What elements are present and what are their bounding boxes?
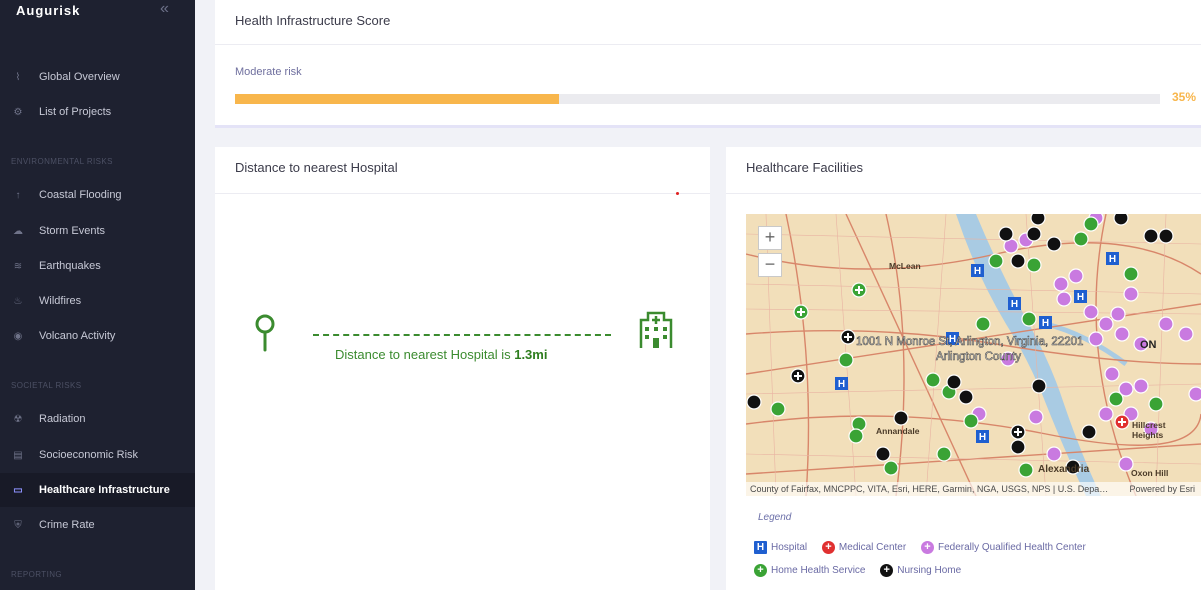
section-reporting: REPORTING: [11, 570, 63, 579]
svg-text:ON: ON: [1140, 339, 1157, 351]
home-health-icon: +: [754, 564, 767, 577]
svg-text:1001 N Monroe St, Arlington, V: 1001 N Monroe St, Arlington, Virginia, 2…: [856, 336, 1083, 348]
health-infrastructure-score-card: Health Infrastructure Score Moderate ris…: [215, 0, 1201, 128]
svg-text:H: H: [1077, 292, 1084, 303]
hospital-icon: H: [754, 541, 767, 554]
svg-text:Hillcrest: Hillcrest: [1132, 420, 1166, 430]
trend-icon: ⌇: [15, 71, 21, 83]
svg-text:Heights: Heights: [1132, 430, 1163, 440]
sidebar: Augurisk « ⌇ Global Overview ⚙ List of P…: [0, 0, 195, 590]
map-canvas[interactable]: HHH HHH HH McLean Annandale Alexandria H…: [746, 214, 1201, 496]
sidebar-item-radiation[interactable]: ☢ Radiation: [0, 402, 195, 436]
map-attribution: County of Fairfax, MNCPPC, VITA, Esri, H…: [746, 482, 1201, 496]
divider: [726, 193, 1201, 194]
score-progress-track: [235, 94, 1160, 104]
nursing-home-icon: +: [880, 564, 894, 577]
shield-icon: ⛨: [14, 519, 22, 531]
sidebar-item-label: Wildfires: [39, 295, 82, 307]
sidebar-item-label: Coastal Flooding: [39, 189, 122, 201]
zoom-in-button[interactable]: +: [758, 226, 782, 250]
sidebar-item-storm-events[interactable]: ☁ Storm Events: [0, 214, 195, 248]
map-legend: H Hospital + Medical Center + Federally …: [754, 536, 1194, 582]
section-environmental-risks: ENVIRONMENTAL RISKS: [11, 157, 113, 166]
earthquake-icon: ≋: [13, 260, 23, 272]
sidebar-item-label: Earthquakes: [39, 260, 101, 272]
hospital-building-icon: [639, 311, 673, 348]
sidebar-item-label: Crime Rate: [39, 519, 95, 531]
svg-text:Annandale: Annandale: [876, 426, 920, 436]
svg-text:Arlington County: Arlington County: [936, 351, 1021, 363]
legend-label: Federally Qualified Health Center: [937, 542, 1086, 553]
sidebar-item-socioeconomic-risk[interactable]: ▤ Socioeconomic Risk: [0, 438, 195, 472]
sidebar-item-list-of-projects[interactable]: ⚙ List of Projects: [0, 95, 195, 129]
medical-center-icon: +: [821, 541, 835, 554]
svg-text:H: H: [838, 379, 845, 390]
svg-text:H: H: [1109, 254, 1116, 265]
distance-to-hospital-card: Distance to nearest Hospital Distance to…: [215, 147, 710, 590]
legend-label: Nursing Home: [897, 565, 962, 576]
legend-item-hospital: H Hospital: [754, 536, 807, 559]
distance-dashed-line: [313, 334, 611, 336]
bank-icon: ▤: [13, 449, 23, 461]
arrow-up-icon: ↑: [15, 189, 21, 201]
sidebar-item-crime-rate[interactable]: ⛨ Crime Rate: [0, 508, 195, 542]
sidebar-item-coastal-flooding[interactable]: ↑ Coastal Flooding: [0, 178, 195, 212]
collapse-sidebar-icon[interactable]: «: [160, 0, 169, 18]
radiation-icon: ☢: [13, 413, 23, 425]
card-title: Healthcare Facilities: [746, 160, 864, 175]
svg-text:McLean: McLean: [889, 261, 921, 271]
sidebar-item-healthcare-infrastructure[interactable]: ▭ Healthcare Infrastructure: [0, 473, 195, 507]
sidebar-item-label: Volcano Activity: [39, 330, 116, 342]
sidebar-item-global-overview[interactable]: ⌇ Global Overview: [0, 60, 195, 94]
gear-icon: ⚙: [13, 106, 23, 118]
card-title: Health Infrastructure Score: [235, 13, 391, 28]
card-title: Distance to nearest Hospital: [235, 160, 398, 175]
svg-text:H: H: [1042, 318, 1049, 329]
legend-title: Legend: [758, 512, 792, 523]
svg-text:H: H: [974, 266, 981, 277]
fire-icon: ♨: [13, 295, 23, 307]
divider: [215, 193, 710, 194]
legend-label: Home Health Service: [771, 565, 866, 576]
sidebar-item-volcano-activity[interactable]: ◉ Volcano Activity: [0, 319, 195, 353]
distance-value: 1.3mi: [514, 347, 548, 362]
powered-by-esri[interactable]: Powered by Esri: [1129, 482, 1195, 496]
red-dot-marker: [676, 192, 679, 195]
score-percent: 35%: [1172, 90, 1197, 104]
fqhc-icon: +: [920, 541, 934, 554]
facilities-map[interactable]: HHH HHH HH McLean Annandale Alexandria H…: [746, 214, 1201, 496]
svg-text:H: H: [979, 432, 986, 443]
sidebar-item-label: Storm Events: [39, 225, 106, 237]
volcano-icon: ◉: [13, 330, 23, 342]
cloud-icon: ☁: [13, 225, 23, 237]
sidebar-item-label: Global Overview: [39, 71, 120, 83]
sidebar-item-label: Radiation: [39, 413, 86, 425]
risk-level-label: Moderate risk: [235, 66, 302, 78]
legend-item-medical-center: + Medical Center: [821, 536, 907, 559]
ambulance-icon: ▭: [13, 484, 23, 496]
legend-item-fqhc: + Federally Qualified Health Center: [920, 536, 1086, 559]
brand-logo[interactable]: Augurisk: [16, 3, 80, 18]
legend-label: Hospital: [771, 542, 808, 553]
distance-text: Distance to nearest Hospital is 1.3mi: [335, 347, 547, 362]
sidebar-item-wildfires[interactable]: ♨ Wildfires: [0, 284, 195, 318]
section-societal-risks: SOCIETAL RISKS: [11, 381, 82, 390]
svg-text:Alexandria: Alexandria: [1038, 464, 1090, 475]
sidebar-item-label: Healthcare Infrastructure: [39, 484, 170, 496]
sidebar-item-label: List of Projects: [39, 106, 112, 118]
attribution-text: County of Fairfax, MNCPPC, VITA, Esri, H…: [750, 484, 1109, 494]
svg-text:Oxon Hill: Oxon Hill: [1131, 468, 1168, 478]
legend-item-home-health: + Home Health Service: [754, 559, 865, 582]
healthcare-facilities-card: Healthcare Facilities H H H H H H H H Mc…: [726, 147, 1201, 590]
zoom-out-button[interactable]: −: [758, 253, 782, 277]
sidebar-item-label: Socioeconomic Risk: [39, 449, 139, 461]
svg-text:H: H: [1011, 299, 1018, 310]
legend-item-nursing-home: + Nursing Home: [880, 559, 961, 582]
sidebar-item-earthquakes[interactable]: ≋ Earthquakes: [0, 249, 195, 283]
legend-label: Medical Center: [838, 542, 907, 553]
divider: [215, 44, 1201, 45]
distance-prefix: Distance to nearest Hospital is: [335, 347, 511, 362]
score-progress-fill: [235, 94, 559, 104]
location-pin-icon: [255, 314, 275, 352]
